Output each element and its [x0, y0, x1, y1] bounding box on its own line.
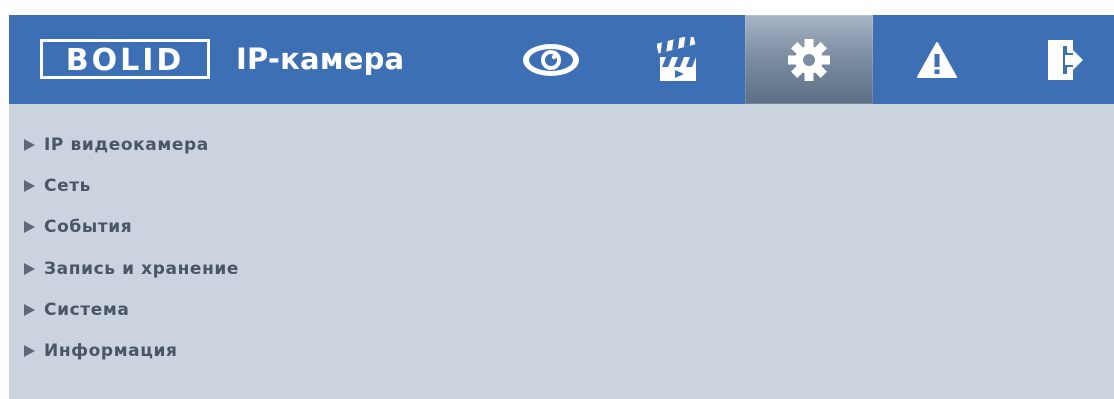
expand-arrow-icon [24, 221, 35, 233]
menu-item-label: Запись и хранение [44, 259, 240, 279]
menu-item-recording-storage[interactable]: Запись и хранение [9, 254, 239, 284]
menu-item-system[interactable]: Система [9, 295, 129, 325]
expand-arrow-icon [24, 180, 35, 192]
nav-alarm-button[interactable] [873, 15, 1001, 104]
bolid-logo: BOLID [40, 39, 210, 79]
menu-item-label: Сеть [44, 176, 92, 196]
warning-icon [917, 41, 957, 78]
nav-settings-button[interactable] [745, 15, 873, 104]
top-header: BOLID IP-камера [9, 15, 1114, 104]
nav-playback-button[interactable] [615, 15, 743, 104]
menu-item-information[interactable]: Информация [9, 336, 177, 366]
eye-icon [523, 43, 579, 76]
menu-item-label: Информация [44, 341, 178, 361]
menu-item-label: IP видеокамера [44, 135, 209, 155]
menu-item-ip-camera[interactable]: IP видеокамера [9, 130, 209, 160]
expand-arrow-icon [24, 304, 35, 316]
menu-item-events[interactable]: События [9, 212, 132, 242]
menu-item-label: Система [44, 300, 130, 320]
nav-live-view-button[interactable] [487, 15, 615, 104]
menu-item-label: События [44, 217, 133, 237]
expand-arrow-icon [24, 263, 35, 275]
svg-text:BOLID: BOLID [66, 43, 185, 78]
gear-icon [788, 38, 830, 81]
menu-item-network[interactable]: Сеть [9, 171, 91, 201]
nav-logout-button[interactable] [1001, 15, 1114, 104]
expand-arrow-icon [24, 345, 35, 357]
app-title: IP-камера [236, 42, 405, 76]
exit-door-icon [1048, 39, 1083, 80]
clapperboard-icon [657, 36, 696, 81]
expand-arrow-icon [24, 139, 35, 151]
app-window: BOLID IP-камера IP видеокамера Сеть Собы… [9, 15, 1114, 399]
